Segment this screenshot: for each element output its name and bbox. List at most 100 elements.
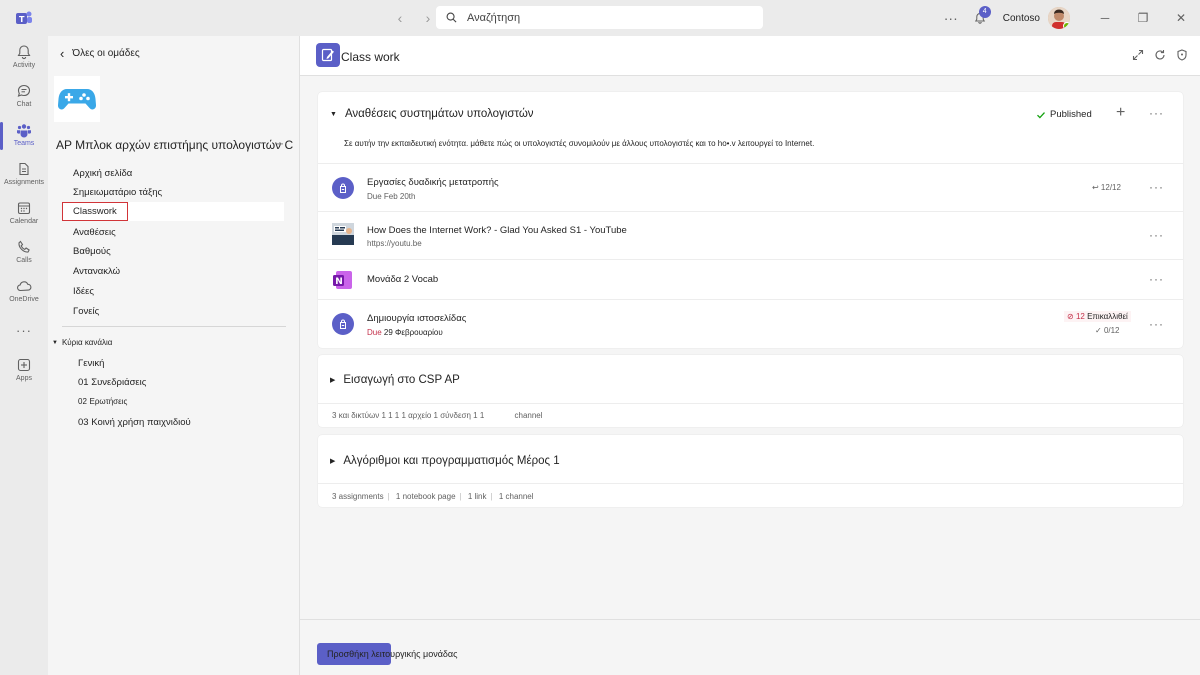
- overdue-badge: ⊘ 12 Επικαλλιθεί: [1064, 311, 1131, 322]
- teams-icon: [17, 124, 31, 138]
- calendar-icon: [17, 202, 31, 215]
- restore-icon[interactable]: ❐: [1124, 0, 1162, 36]
- back-label: Όλες οι ομάδες: [72, 48, 140, 59]
- unit-stats: 3 assignments | 1 notebook page | 1 link | …: [332, 492, 534, 501]
- nav-item-label: Αντανακλώ: [73, 266, 121, 277]
- footer-bar: Προσθήκη λειτουργικής μονάδας: [300, 619, 1200, 675]
- due-date: 29 Φεβρουαρίου: [383, 328, 443, 337]
- title-bar: T ‹ › Αναζήτηση ··· 4 Contoso ─ ❐ ✕: [0, 0, 1200, 36]
- minimize-icon[interactable]: ─: [1086, 0, 1124, 36]
- notifications-button[interactable]: 4: [965, 0, 995, 36]
- classwork-header: Class work: [300, 36, 1200, 76]
- team-name: AP Μπλοκ αρχών επιστήμης υπολογιστών C: [56, 138, 294, 152]
- all-teams-back-link[interactable]: ‹ Όλες οι ομάδες: [60, 46, 140, 61]
- search-input[interactable]: Αναζήτηση: [467, 12, 520, 24]
- unit-header[interactable]: ▶ Αλγόριθμοι και προγραμματισμός Μέρος 1: [330, 455, 560, 467]
- nav-item-classwork[interactable]: Classwork: [62, 202, 284, 221]
- item-title: Μονάδα 2 Vocab: [367, 274, 439, 285]
- item-more-options-icon[interactable]: ···: [1149, 180, 1164, 194]
- nav-item-label: Ιδέες: [73, 286, 94, 297]
- rail-item-apps[interactable]: Apps: [0, 353, 48, 391]
- caret-down-icon: ▼: [330, 110, 337, 118]
- team-sidebar: ‹ Όλες οι ομάδες AP Μπλοκ αρχών επιστήμη…: [48, 36, 300, 675]
- item-title: Δημιουργία ιστοσελίδας: [367, 313, 467, 324]
- status-label: Published: [1050, 109, 1092, 120]
- main-channels-header[interactable]: ▼ Κύρια κανάλια: [52, 338, 112, 347]
- rail-item-activity[interactable]: Activity: [0, 40, 48, 78]
- nav-item-label: Γονείς: [73, 306, 100, 317]
- unit-title: Εισαγωγή στο CSP AP: [343, 374, 460, 386]
- more-options-icon[interactable]: ···: [937, 10, 965, 26]
- channel-game-share[interactable]: 03 Κοινή χρήση παιχνιδιού: [78, 417, 191, 428]
- stats-text: και δικτύων 1 1 1 1 αρχείο 1 σύνδεση 1 1: [338, 411, 485, 420]
- channel-number: 01: [78, 377, 89, 388]
- unit-more-options-icon[interactable]: ···: [1149, 106, 1164, 120]
- channel-questions[interactable]: 02 Ερωτήσεις: [78, 396, 127, 407]
- add-item-icon[interactable]: +: [1116, 104, 1125, 122]
- rail-item-chat[interactable]: Chat: [0, 79, 48, 117]
- nav-item-home[interactable]: Αρχική σελίδα: [62, 164, 284, 183]
- back-arrow-icon[interactable]: ‹: [388, 8, 412, 28]
- nav-item-insights[interactable]: Ιδέες: [62, 282, 284, 301]
- unit-card-algorithms: ▶ Αλγόριθμοι και προγραμματισμός Μέρος 1…: [318, 435, 1183, 507]
- unit-header[interactable]: ▶ Εισαγωγή στο CSP AP: [330, 374, 460, 386]
- nav-item-class-notebook[interactable]: Σημειωματάριο τάξης: [62, 183, 284, 202]
- nav-item-assignments[interactable]: Αναθέσεις: [62, 223, 284, 242]
- notification-badge: 4: [978, 6, 991, 18]
- nav-item-label: Σημειωματάριο τάξης: [73, 187, 163, 198]
- unit-header[interactable]: ▼ Αναθέσεις συστημάτων υπολογιστών: [330, 108, 534, 120]
- rail-item-onedrive[interactable]: OneDrive: [0, 274, 48, 312]
- channel-meetings[interactable]: 01 Συνεδριάσεις: [78, 377, 146, 388]
- cloud-icon: [17, 281, 32, 292]
- nav-item-reflect[interactable]: Αντανακλώ: [62, 262, 284, 281]
- channel-general[interactable]: Γενική: [78, 358, 104, 369]
- item-more-options-icon[interactable]: ···: [1149, 228, 1164, 242]
- chevron-left-icon: ‹: [60, 46, 65, 61]
- unit-description: Σε αυτήν την εκπαιδευτική ενότητα. μάθετ…: [344, 139, 815, 148]
- nav-item-grades[interactable]: Βαθμούς: [62, 242, 284, 261]
- list-item[interactable]: N Μονάδα 2 Vocab ···: [318, 259, 1183, 299]
- nav-item-parents[interactable]: Γονείς: [62, 302, 284, 321]
- divider: [62, 326, 286, 327]
- add-module-label[interactable]: Προσθήκη λειτουργικής μονάδας: [327, 649, 457, 659]
- item-title: How Does the Internet Work? - Glad You A…: [367, 225, 627, 236]
- avatar[interactable]: [1048, 7, 1070, 29]
- channel-number: 02: [78, 397, 87, 406]
- refresh-icon[interactable]: [1153, 48, 1166, 61]
- list-item[interactable]: Δημιουργία ιστοσελίδας Due 29 Φεβρουαρίο…: [318, 299, 1183, 347]
- active-indicator: [0, 122, 3, 150]
- rail-more-button[interactable]: ···: [0, 319, 48, 339]
- section-label: Κύρια κανάλια: [61, 338, 113, 347]
- stat-assignments: 3 assignments: [332, 492, 384, 501]
- search-box[interactable]: Αναζήτηση: [436, 6, 763, 29]
- rail-label: Teams: [13, 140, 35, 147]
- channel-label: Ερωτήσεις: [89, 397, 128, 406]
- expand-icon[interactable]: [1131, 48, 1144, 61]
- item-more-options-icon[interactable]: ···: [1149, 317, 1164, 331]
- channel-number: 03: [78, 417, 89, 428]
- channel-label: Συνεδριάσεις: [91, 377, 147, 388]
- shield-icon[interactable]: [1175, 48, 1188, 61]
- published-status: Published: [1036, 109, 1092, 120]
- unit-stats-row: 3 assignments | 1 notebook page | 1 link | …: [318, 483, 1183, 507]
- onenote-icon: N: [332, 269, 354, 291]
- close-icon[interactable]: ✕: [1162, 0, 1200, 36]
- rail-item-teams[interactable]: Teams: [0, 118, 48, 156]
- team-more-options-icon[interactable]: ···: [276, 136, 288, 150]
- rail-label: Apps: [16, 375, 32, 382]
- page-title: Class work: [341, 50, 400, 64]
- rail-item-assignments[interactable]: Assignments: [0, 157, 48, 195]
- org-name[interactable]: Contoso: [1003, 13, 1040, 24]
- stats-count: 3: [332, 411, 337, 420]
- list-item[interactable]: Εργασίες δυαδικής μετατροπής Due Feb 20t…: [318, 163, 1183, 211]
- rail-label: OneDrive: [9, 296, 39, 303]
- rail-item-calendar[interactable]: Calendar: [0, 196, 48, 234]
- overdue-label: Επικαλλιθεί: [1087, 312, 1128, 321]
- channel-label: Κοινή χρήση παιχνιδιού: [91, 417, 191, 428]
- assignment-icon: [332, 177, 354, 199]
- list-item[interactable]: How Does the Internet Work? - Glad You A…: [318, 211, 1183, 259]
- item-more-options-icon[interactable]: ···: [1149, 272, 1164, 286]
- turned-in-count: ↩ 12/12: [1092, 183, 1121, 192]
- rail-item-calls[interactable]: Calls: [0, 235, 48, 273]
- item-link-url: https://youtu.be: [367, 239, 422, 248]
